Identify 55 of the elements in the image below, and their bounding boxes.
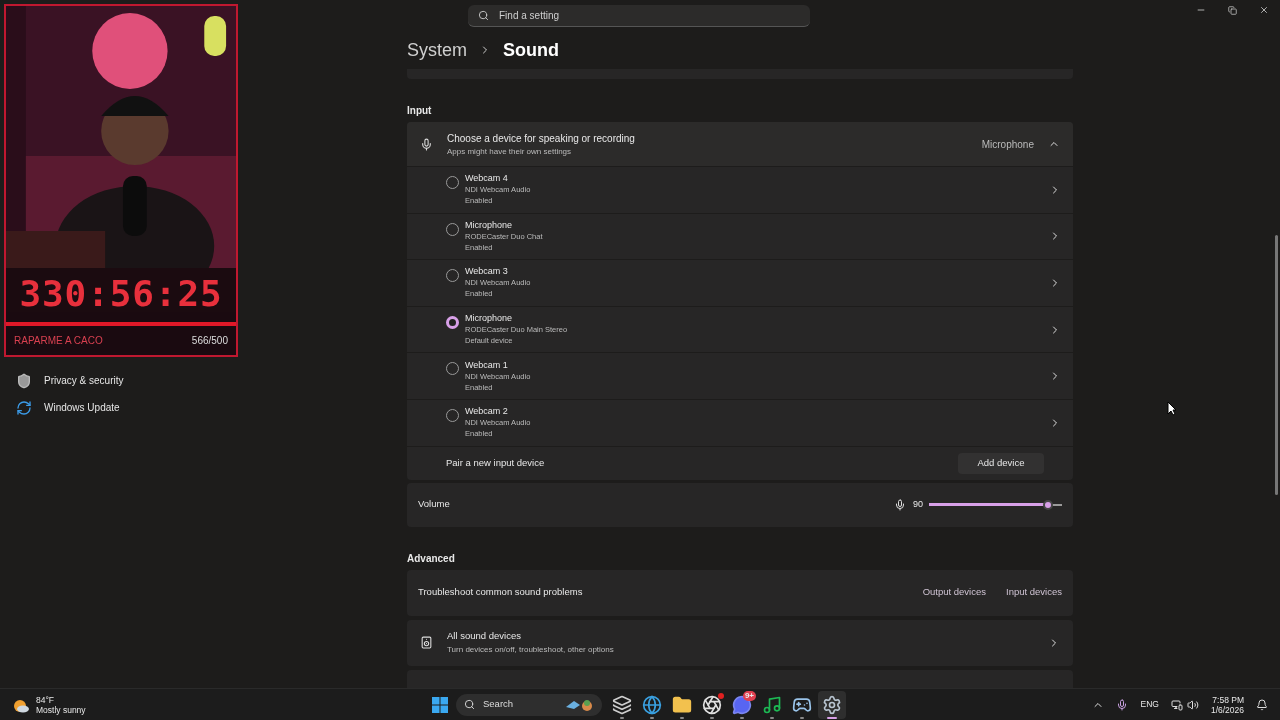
add-device-button[interactable]: Add device bbox=[958, 452, 1044, 474]
sidebar-item[interactable]: Privacy & security bbox=[16, 371, 407, 390]
volume-icon[interactable] bbox=[1186, 698, 1199, 711]
network-icon[interactable] bbox=[1170, 698, 1183, 711]
goal-count: 566/500 bbox=[191, 334, 228, 348]
search-icon bbox=[464, 699, 475, 710]
sidebar-item[interactable]: Windows Update bbox=[16, 398, 407, 417]
goal-label: RAPARME A CACO bbox=[14, 334, 103, 348]
volume-reading: 90 bbox=[913, 497, 923, 511]
pair-label: Pair a new input device bbox=[446, 455, 546, 470]
chooser-title: Choose a device for speaking or recording bbox=[447, 131, 636, 146]
restore-icon[interactable] bbox=[1228, 5, 1237, 15]
chooser-value: Microphone bbox=[981, 137, 1034, 152]
device-name: Webcam 4 bbox=[465, 173, 509, 185]
countdown-timer: 330:56:25 bbox=[19, 276, 223, 312]
volume-label: Volume bbox=[418, 497, 451, 512]
section-heading: Advanced bbox=[407, 551, 456, 565]
taskbar-search[interactable]: Search bbox=[456, 693, 602, 716]
search-field[interactable]: Find a setting bbox=[468, 5, 810, 27]
start-icon[interactable] bbox=[432, 696, 448, 713]
radio-button[interactable] bbox=[446, 315, 459, 329]
row-subtitle: Turn devices on/off, troubleshoot, other options bbox=[447, 643, 615, 656]
device-name: Webcam 2 bbox=[465, 406, 509, 418]
clock[interactable]: 7:58 PM 1/6/2026 bbox=[1210, 694, 1244, 715]
device-name: Webcam 1 bbox=[465, 359, 509, 371]
device-chooser[interactable]: Choose a device for speaking or recording Apps might have their own settings Microphone bbox=[407, 122, 1073, 166]
section-heading: Input bbox=[407, 104, 433, 117]
device-name: Microphone bbox=[465, 219, 514, 231]
microphone-icon bbox=[894, 498, 906, 511]
speaker-icon bbox=[420, 636, 433, 650]
close-icon[interactable] bbox=[1259, 5, 1269, 15]
slider-thumb[interactable] bbox=[1042, 499, 1053, 510]
troubleshoot-link[interactable]: Input devices bbox=[1006, 585, 1062, 600]
troubleshoot-label: Troubleshoot common sound problems bbox=[418, 585, 584, 600]
weather-widget[interactable]: 84°F Mostly sunny bbox=[12, 694, 432, 715]
troubleshoot-link[interactable]: Output devices bbox=[922, 585, 986, 600]
notification-count: 9+ bbox=[742, 690, 756, 701]
device-name: Webcam 3 bbox=[465, 266, 509, 278]
page-title: Sound bbox=[503, 38, 559, 62]
refresh-icon bbox=[16, 399, 32, 416]
breadcrumb-parent[interactable]: System bbox=[407, 36, 467, 64]
volume-slider[interactable] bbox=[929, 498, 1062, 511]
chooser-subtitle: Apps might have their own settings bbox=[447, 145, 573, 158]
microphone-icon[interactable] bbox=[1116, 698, 1129, 711]
search-icon bbox=[478, 10, 489, 21]
all-devices-row[interactable]: All sound devices Turn devices on/off, troubleshoot, other options bbox=[407, 619, 1073, 666]
scrollbar-thumb[interactable] bbox=[1275, 235, 1278, 495]
landscape-icon bbox=[566, 698, 594, 711]
shield-icon bbox=[16, 372, 32, 389]
language-indicator[interactable]: ENG bbox=[1140, 698, 1159, 711]
row-title: All sound devices bbox=[447, 629, 522, 644]
notification-icon[interactable] bbox=[1256, 698, 1268, 711]
microphone-icon bbox=[420, 137, 433, 151]
cursor-icon bbox=[1167, 401, 1177, 416]
device-name: Microphone bbox=[465, 313, 514, 325]
